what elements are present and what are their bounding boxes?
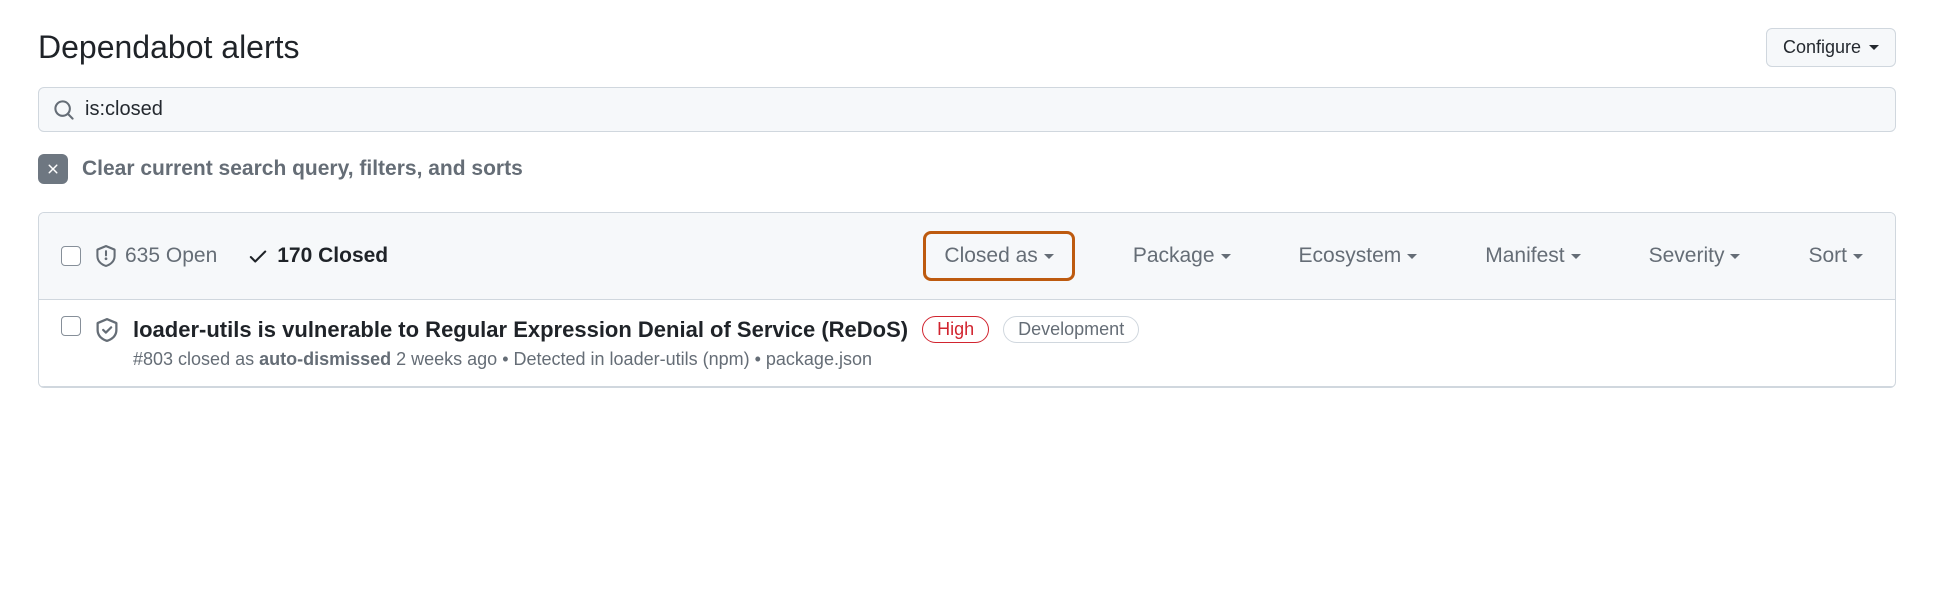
caret-down-icon xyxy=(1221,254,1231,259)
filter-sort[interactable]: Sort xyxy=(1798,238,1873,274)
select-all-checkbox[interactable] xyxy=(61,246,81,266)
alert-row[interactable]: loader-utils is vulnerable to Regular Ex… xyxy=(39,300,1895,387)
alert-title[interactable]: loader-utils is vulnerable to Regular Ex… xyxy=(133,317,908,343)
filter-ecosystem[interactable]: Ecosystem xyxy=(1289,238,1428,274)
clear-filters-label: Clear current search query, filters, and… xyxy=(82,157,523,181)
caret-down-icon xyxy=(1407,254,1417,259)
alert-meta: #803 closed as auto-dismissed 2 weeks ag… xyxy=(133,349,1873,370)
shield-check-icon xyxy=(95,318,119,342)
search-input[interactable] xyxy=(85,98,1881,121)
caret-down-icon xyxy=(1730,254,1740,259)
list-header: 635 Open 170 Closed Closed as Package Ec… xyxy=(39,213,1895,300)
scope-badge: Development xyxy=(1003,316,1139,343)
closed-count-tab[interactable]: 170 Closed xyxy=(247,244,388,268)
caret-down-icon xyxy=(1853,254,1863,259)
open-count-tab[interactable]: 635 Open xyxy=(95,244,217,268)
x-icon xyxy=(38,154,68,184)
check-icon xyxy=(247,245,269,267)
filter-package[interactable]: Package xyxy=(1123,238,1241,274)
open-count-label: 635 Open xyxy=(125,244,217,268)
shield-alert-icon xyxy=(95,245,117,267)
filter-closed-as[interactable]: Closed as xyxy=(923,231,1074,281)
page-title: Dependabot alerts xyxy=(38,29,300,66)
configure-button[interactable]: Configure xyxy=(1766,28,1896,67)
caret-down-icon xyxy=(1869,45,1879,50)
configure-label: Configure xyxy=(1783,37,1861,58)
caret-down-icon xyxy=(1044,254,1054,259)
alerts-list: 635 Open 170 Closed Closed as Package Ec… xyxy=(38,212,1896,388)
search-icon xyxy=(53,99,75,121)
severity-badge: High xyxy=(922,316,989,343)
closed-count-label: 170 Closed xyxy=(277,244,388,268)
filter-severity[interactable]: Severity xyxy=(1639,238,1751,274)
caret-down-icon xyxy=(1571,254,1581,259)
clear-filters-button[interactable]: Clear current search query, filters, and… xyxy=(38,154,1896,184)
search-box[interactable] xyxy=(38,87,1896,132)
row-checkbox[interactable] xyxy=(61,316,81,336)
filter-manifest[interactable]: Manifest xyxy=(1475,238,1590,274)
